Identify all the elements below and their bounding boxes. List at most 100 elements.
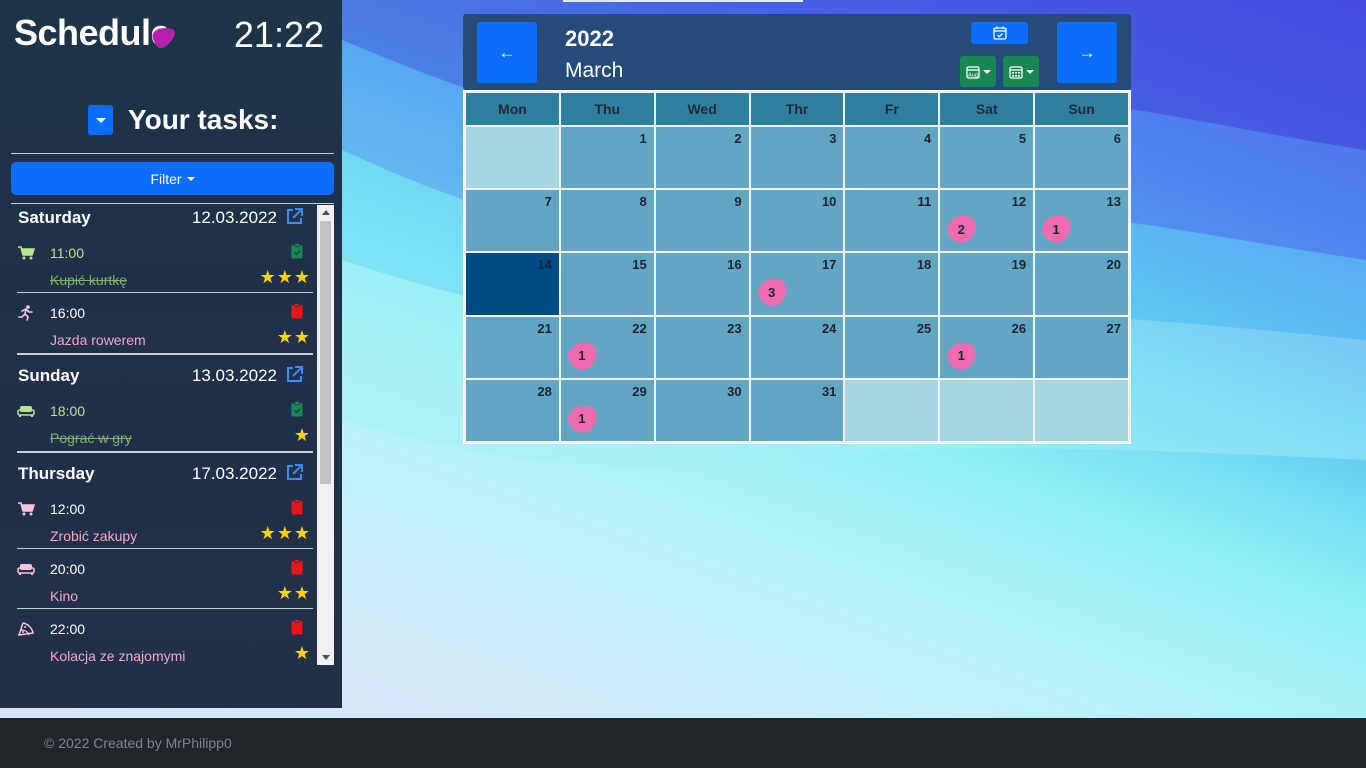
day-number: 14 (537, 257, 552, 273)
task-time: 11:00 (50, 245, 84, 261)
calendar-cell[interactable]: 7 (466, 190, 559, 252)
day-header: Sunday 13.03.2022 (11, 363, 317, 391)
weekday-header: Mon (466, 93, 559, 125)
task-count-badge[interactable]: 1 (567, 341, 599, 371)
calendar-cell[interactable]: 11 (845, 190, 939, 252)
task-item[interactable]: 20:00 Kino ★★ (17, 549, 313, 609)
calendar-cell[interactable]: 29 1 (560, 379, 654, 441)
weekday-header: Thu (560, 93, 654, 125)
clipboard-check-icon[interactable] (291, 401, 303, 417)
task-item[interactable]: 22:00 Kolacja ze znajomymi ★ (17, 609, 313, 665)
day-number: 28 (537, 383, 552, 399)
day-date: 17.03.2022 (191, 464, 277, 483)
day-number: 12 (1011, 194, 1027, 210)
grid-view-button[interactable] (1003, 56, 1039, 87)
calendar-cell[interactable]: 1 (560, 127, 654, 189)
chevron-down-icon (186, 176, 195, 181)
day-number: 15 (632, 257, 647, 273)
task-list-scrollbar[interactable] (317, 205, 334, 665)
cart-icon (17, 501, 36, 517)
today-button[interactable] (971, 22, 1028, 44)
external-link-icon[interactable] (285, 463, 304, 482)
task-item[interactable]: 12:00 Zrobić zakupy ★★★ (17, 489, 313, 549)
calendar-check-icon (992, 26, 1007, 40)
external-link-icon[interactable] (285, 365, 304, 384)
day-number: 29 (632, 383, 647, 399)
task-count-badge[interactable]: 1 (1041, 214, 1073, 244)
filter-button[interactable]: Filter (11, 162, 334, 195)
calendar-cell-empty (845, 379, 939, 441)
calendar-cell[interactable]: 9 (655, 190, 749, 252)
scroll-down-icon[interactable] (322, 655, 330, 660)
chevron-down-icon (95, 117, 106, 123)
calendar-year: 2022 (565, 26, 614, 51)
calendar-cell[interactable]: 12 2 (940, 190, 1034, 252)
footer: © 2022 Created by MrPhilipp0 (0, 718, 1366, 768)
calendar-cell[interactable]: 4 (845, 127, 939, 189)
calendar-cell-empty (466, 127, 559, 189)
calendar-cell[interactable]: 22 1 (560, 316, 654, 378)
task-count-badge[interactable]: 2 (946, 214, 978, 244)
calendar-cell[interactable]: 24 (750, 316, 844, 378)
task-item[interactable]: 16:00 Jazda rowerem ★★ (17, 293, 313, 353)
brand-title: Schedule (14, 12, 171, 53)
calendar-cell[interactable]: 28 (466, 379, 559, 441)
clipboard-icon[interactable] (291, 559, 303, 575)
task-count-badge[interactable]: 1 (946, 341, 978, 371)
tasks-title: Your tasks: (128, 104, 279, 135)
task-list[interactable]: Saturday 12.03.2022 11:00 Kupić kurtkę ★★★ 16… (11, 205, 317, 665)
calendar-cell[interactable]: 27 (1035, 316, 1128, 378)
next-month-button[interactable]: → (1057, 22, 1117, 83)
task-count-badge[interactable]: 3 (757, 277, 789, 307)
task-item[interactable]: 18:00 Pograć w gry ★ (17, 391, 313, 451)
calendar-cell[interactable]: 10 (750, 190, 844, 252)
brand-blob-icon (152, 27, 175, 49)
calendar-cell[interactable]: 20 (1035, 253, 1128, 315)
scroll-up-icon[interactable] (322, 210, 330, 215)
calendar-header: ← 2022 March Aug → (463, 14, 1131, 90)
calendar-month: March (565, 59, 624, 82)
task-item[interactable]: 11:00 Kupić kurtkę ★★★ (17, 233, 313, 293)
divider (11, 203, 334, 204)
calendar-cell[interactable]: 2 (655, 127, 749, 189)
calendar-grid: Mon Thu Wed Thr Fr Sat Sun 1 2 3 4 5 6 7 8 9 10 11 12 2 13 1 1… (463, 90, 1131, 444)
calendar-cell[interactable]: 21 (466, 316, 559, 378)
calendar-cell[interactable]: 17 3 (750, 253, 844, 315)
calendar-cell[interactable]: 30 (655, 379, 749, 441)
calendar-cell[interactable]: 19 (940, 253, 1034, 315)
task-count: 1 (957, 348, 965, 364)
scroll-thumb[interactable] (320, 221, 331, 484)
calendar-cell[interactable]: 13 1 (1035, 190, 1128, 252)
calendar-cell[interactable]: 15 (560, 253, 654, 315)
day-date: 12.03.2022 (191, 208, 277, 227)
day-number: 20 (1106, 257, 1121, 273)
calendar-cell[interactable]: 26 1 (940, 316, 1034, 378)
calendar-cell-today[interactable]: 14 (466, 253, 559, 315)
weekday-header: Sun (1035, 93, 1128, 125)
clipboard-icon[interactable] (291, 499, 303, 515)
day-divider (17, 451, 313, 453)
clipboard-check-icon[interactable] (291, 243, 303, 259)
clipboard-icon[interactable] (291, 303, 303, 319)
tasks-toggle-button[interactable] (88, 105, 113, 135)
day-number: 5 (1018, 131, 1027, 146)
couch-icon (17, 561, 35, 577)
calendar-cell[interactable]: 23 (655, 316, 749, 378)
task-count-badge[interactable]: 1 (567, 404, 599, 434)
clipboard-icon[interactable] (291, 619, 303, 635)
calendar-cell[interactable]: 31 (750, 379, 844, 441)
calendar-cell[interactable]: 6 (1035, 127, 1128, 189)
calendar-cell[interactable]: 16 (655, 253, 749, 315)
day-number: 30 (727, 383, 742, 399)
prev-month-button[interactable]: ← (477, 22, 537, 83)
couch-icon (17, 403, 35, 419)
calendar-cell[interactable]: 8 (560, 190, 654, 252)
calendar-cell[interactable]: 5 (940, 127, 1034, 189)
month-view-button[interactable]: Aug (960, 56, 996, 87)
task-count: 1 (578, 411, 586, 427)
task-name: Kupić kurtkę (50, 272, 128, 288)
calendar-cell[interactable]: 3 (750, 127, 844, 189)
external-link-icon[interactable] (285, 207, 304, 226)
calendar-cell[interactable]: 25 (845, 316, 939, 378)
calendar-cell[interactable]: 18 (845, 253, 939, 315)
